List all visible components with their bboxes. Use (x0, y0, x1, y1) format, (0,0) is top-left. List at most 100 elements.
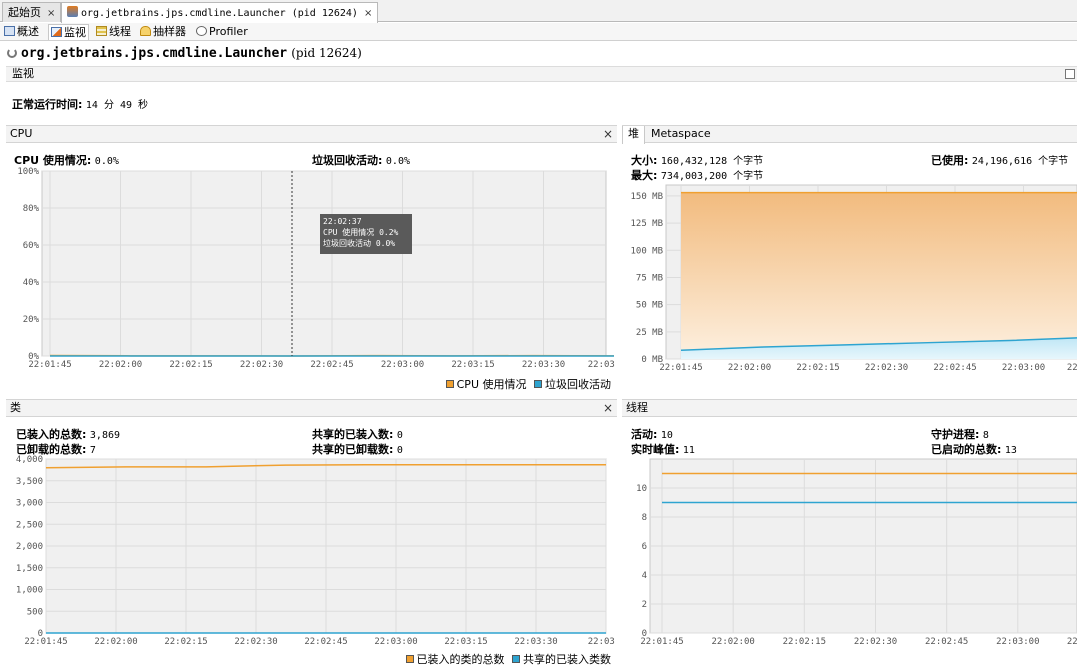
x-tick-label: 22:02:30 (854, 637, 897, 647)
heap-max-label: 最大: (631, 169, 658, 182)
uptime-label: 正常运行时间: (12, 98, 83, 111)
y-tick-label: 125 MB (630, 219, 663, 229)
tab-start-page-label: 起始页 (8, 6, 41, 19)
profiler-icon (196, 26, 207, 36)
tab-launcher[interactable]: org.jetbrains.jps.cmdline.Launcher (pid … (61, 2, 379, 23)
classes-panel: 类 × 已装入的总数: 3,869 已卸载的总数: 7 共享的已装入数: 0 共… (6, 399, 617, 666)
gc-activity-value: 0.0% (385, 156, 410, 167)
x-tick-label: 22:02:00 (728, 363, 771, 373)
heap-used-label: 已使用: (931, 154, 969, 167)
x-tick-label: 22:02:45 (925, 637, 968, 647)
tab-metaspace[interactable]: Metaspace (646, 126, 716, 144)
y-tick-label: 75 MB (636, 273, 663, 283)
cpu-chart[interactable]: 0%20%40%60%80%100%22:01:45 22:02:00 22:02:… (6, 167, 617, 372)
y-tick-label: 10 (636, 484, 647, 494)
daemon-threads-stat: 守护进程: 8 (931, 426, 989, 442)
legend-loaded: 已装入的类的总数 (416, 653, 505, 666)
y-tick-label: 80% (23, 204, 40, 214)
overview-icon (4, 26, 15, 36)
classes-legend: 已装入的类的总数 共享的已装入类数 (405, 651, 611, 666)
legend-gc: 垃圾回收活动 (545, 378, 611, 391)
heap-used-value: 24,196,616 个字节 (971, 156, 1069, 167)
tab-threads-label: 线程 (109, 25, 131, 38)
tooltip-cpu: CPU 使用情况 0.2% (323, 228, 399, 237)
x-tick-label: 22:03:30 (514, 637, 557, 647)
threads-panel-title: 线程 (626, 401, 648, 414)
close-icon[interactable]: × (603, 126, 613, 142)
heap-panel: 堆 Metaspace 大小: 160,432,128 个字节 最大: 734,… (622, 125, 1077, 392)
y-tick-label: 40% (23, 278, 40, 288)
x-tick-label: 22:02:00 (711, 637, 754, 647)
x-tick-label: 22:02:15 (796, 363, 839, 373)
heap-used-stat: 已使用: 24,196,616 个字节 (931, 152, 1068, 168)
tab-monitor[interactable]: 监视 (48, 24, 89, 40)
tab-profiler-label: Profiler (209, 25, 248, 38)
y-tick-label: 8 (642, 513, 647, 523)
y-tick-label: 2 (642, 600, 647, 610)
y-tick-label: 100% (17, 167, 39, 177)
legend-swatch-cpu (445, 380, 454, 388)
y-tick-label: 6 (642, 542, 647, 552)
process-pid: (pid 12624) (291, 46, 362, 60)
y-tick-label: 3,500 (16, 477, 43, 487)
monitor-section-header: 监视 (6, 66, 1077, 82)
x-tick-label: 22:02:00 (99, 360, 142, 370)
x-tick-label: 22:01:45 (24, 637, 67, 647)
gc-activity-label: 垃圾回收活动: (312, 154, 383, 167)
classes-panel-header: 类 × (6, 399, 617, 417)
cpu-usage-stat: CPU 使用情况: 0.0% (14, 152, 119, 168)
x-tick-label: 22:03:00 (374, 637, 417, 647)
x-tick-label: 22:03:15 (444, 637, 487, 647)
x-tick-label: 22:01:45 (28, 360, 71, 370)
shared-loaded-stat: 共享的已装入数: 0 (312, 426, 403, 442)
tab-profiler[interactable]: Profiler (196, 24, 248, 40)
classes-chart[interactable]: 05001,0001,5002,0002,5003,0003,5004,0002… (6, 455, 617, 647)
shared-loaded-value: 0 (396, 430, 403, 441)
daemon-threads-value: 8 (982, 430, 989, 441)
live-threads-label: 活动: (631, 428, 658, 441)
x-tick-label: 22:02:45 (933, 363, 976, 373)
tab-sampler[interactable]: 抽样器 (140, 24, 186, 40)
x-tick-label: 22:02:45 (304, 637, 347, 647)
y-tick-label: 50 MB (636, 301, 663, 311)
series-area (681, 192, 1077, 359)
x-tick-label: 22:03: (588, 360, 617, 370)
x-tick-label: 22:02:30 (234, 637, 277, 647)
gc-activity-stat: 垃圾回收活动: 0.0% (312, 152, 410, 168)
tooltip-gc: 垃圾回收活动 0.0% (323, 239, 396, 248)
x-tick-label: 22:03:15 (451, 360, 494, 370)
cpu-panel-header: CPU × (6, 125, 617, 143)
heap-max-value: 734,003,200 个字节 (660, 171, 764, 182)
tab-threads[interactable]: 线程 (96, 24, 131, 40)
tooltip-time: 22:02:37 (323, 217, 362, 226)
x-tick-label: 22:03:00 (381, 360, 424, 370)
close-icon[interactable]: × (603, 400, 613, 416)
page-title: org.jetbrains.jps.cmdline.Launcher (pid … (7, 46, 362, 61)
tab-overview[interactable]: 概述 (4, 24, 39, 40)
legend-swatch-loaded (405, 655, 414, 663)
x-tick-label: 22:02:15 (164, 637, 207, 647)
tab-start-page[interactable]: 起始页 × (2, 2, 62, 22)
view-toolbar: 概述 监视 线程 抽样器 Profiler (0, 23, 1077, 41)
heap-size-stat: 大小: 160,432,128 个字节 (631, 152, 763, 168)
close-icon[interactable]: × (47, 8, 55, 19)
y-tick-label: 500 (27, 607, 43, 617)
close-icon[interactable]: × (364, 8, 372, 19)
tab-heap[interactable]: 堆 (622, 126, 645, 144)
y-tick-label: 2,000 (16, 542, 43, 552)
section-collapse-icon[interactable] (1065, 69, 1075, 79)
section-label: 监视 (12, 67, 34, 80)
refresh-icon (7, 48, 17, 58)
heap-chart[interactable]: 0 MB25 MB50 MB75 MB100 MB125 MB150 MB22:… (622, 183, 1077, 373)
y-tick-label: 2,500 (16, 520, 43, 530)
x-tick-label: 22:02:45 (310, 360, 353, 370)
process-name: org.jetbrains.jps.cmdline.Launcher (21, 46, 288, 61)
y-tick-label: 60% (23, 241, 40, 251)
monitor-icon (51, 27, 62, 37)
threads-panel: 线程 活动: 10 实时峰值: 11 守护进程: 8 已启动的总数: 13 02… (622, 399, 1077, 666)
loaded-label: 已装入的总数: (16, 428, 87, 441)
x-tick-label: 22:02:15 (783, 637, 826, 647)
cpu-usage-label: CPU 使用情况: (14, 154, 92, 167)
threads-chart[interactable]: 024681022:01:45 22:02:00 22:02:15 22:02:30 2… (622, 455, 1077, 647)
x-tick-label: 22:02:30 (865, 363, 908, 373)
